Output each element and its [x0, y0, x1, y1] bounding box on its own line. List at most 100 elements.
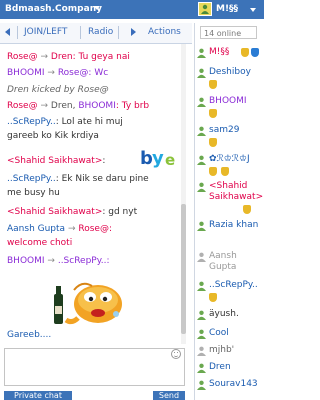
- private-chat-button[interactable]: Private chat: [4, 391, 72, 400]
- badge-icon: [243, 205, 251, 214]
- sender-name[interactable]: Aansh Gupta: [7, 224, 65, 234]
- arrow-icon: →: [40, 52, 49, 62]
- sender-name[interactable]: <Shahid Saikhawat>: [7, 207, 102, 217]
- message-text: me busy hu: [7, 188, 60, 198]
- sender-name[interactable]: <Shahid Saikhawat>: [7, 156, 102, 166]
- user-icon: [197, 252, 206, 262]
- message-text: :: [102, 156, 106, 166]
- recipient-name[interactable]: Dren: [51, 52, 73, 62]
- chat-log[interactable]: Rose@ → Dren: Tu geya nai BHOOMI → Rose@…: [0, 44, 180, 344]
- user-icon: [197, 363, 206, 373]
- badge-icon: [209, 293, 217, 302]
- user-name[interactable]: Dren: [209, 362, 231, 373]
- message-text: : Ek Nik se daru pine: [55, 174, 149, 184]
- chat-message: BHOOMI → Rose@: Wc: [7, 68, 108, 79]
- user-name[interactable]: M!§§: [209, 47, 229, 58]
- user-icon: [197, 329, 206, 339]
- message-text: : Tu geya nai: [72, 52, 130, 62]
- sender-name[interactable]: Rose@: [7, 101, 38, 111]
- user-icon: [197, 126, 206, 136]
- message-text: :: [108, 224, 113, 234]
- message-text: :: [106, 256, 110, 266]
- chevron-right-icon[interactable]: [131, 28, 136, 36]
- tab-join-left[interactable]: JOIN/LEFT: [24, 27, 67, 37]
- online-count: 14 online: [200, 26, 257, 39]
- recipient-name[interactable]: Rose@: [78, 224, 109, 234]
- chat-message: ..ScRepPy..: Lol ate hi muj: [7, 117, 123, 128]
- top-bar: Bdmaash.Company M!§§: [0, 0, 264, 19]
- recipient-name[interactable]: Dren,: [51, 101, 76, 111]
- system-message: Dren kicked by Rose@: [7, 85, 109, 95]
- badge-icon: [209, 109, 217, 118]
- chevron-left-icon[interactable]: [5, 28, 10, 36]
- badge-icon: [241, 48, 249, 57]
- bye-sticker: b y e: [140, 148, 182, 170]
- user-name[interactable]: mjhb': [209, 345, 234, 356]
- recipient-name[interactable]: BHOOMI: [78, 101, 116, 111]
- arrow-icon: →: [47, 68, 55, 78]
- user-name[interactable]: sam29: [209, 125, 239, 136]
- divider: [17, 26, 18, 39]
- user-name[interactable]: äyush.: [209, 309, 239, 320]
- message-text: : Wc: [88, 68, 109, 78]
- user-name[interactable]: Razia khan: [209, 220, 263, 231]
- badge-icon: [251, 48, 259, 57]
- user-name[interactable]: Sourav143: [209, 379, 263, 390]
- current-user-name[interactable]: M!§§: [216, 4, 238, 14]
- sender-name[interactable]: ..ScRepPy..: [7, 174, 56, 184]
- scrollbar-thumb[interactable]: [181, 204, 186, 334]
- chat-scrollbar[interactable]: [181, 44, 186, 344]
- user-name[interactable]: Cool: [209, 328, 229, 339]
- user-icon: [197, 97, 206, 107]
- chevron-down-icon[interactable]: [94, 6, 100, 10]
- recipient-name[interactable]: Rose@: [58, 68, 89, 78]
- message-text: welcome choti: [7, 238, 73, 248]
- user-icon: [197, 155, 206, 165]
- chat-message: BHOOMI → ..ScRepPy..:: [7, 256, 110, 267]
- user-name[interactable]: ✿ℛ♔ℛ♔J: [209, 154, 250, 165]
- sender-name[interactable]: ..ScRepPy..: [7, 117, 56, 127]
- sender-name[interactable]: Rose@: [7, 52, 38, 62]
- user-name[interactable]: ..ScRepPy..: [209, 280, 258, 291]
- message-text: gareeb ko Kik krdiya: [7, 131, 99, 141]
- tab-radio[interactable]: Radio: [88, 27, 113, 37]
- chat-message: Rose@ → Dren, BHOOMI: Ty brb: [7, 101, 149, 112]
- user-icon: [197, 346, 206, 356]
- sticker-letter: y: [152, 148, 164, 169]
- arrow-icon: →: [67, 224, 76, 234]
- user-name[interactable]: <Shahid Saikhawat>: [209, 181, 263, 203]
- sticker-letter: b: [140, 148, 153, 169]
- user-name[interactable]: BHOOMI: [209, 96, 247, 107]
- user-icon: [197, 281, 206, 291]
- drunk-emoji-icon: [54, 282, 122, 325]
- user-name[interactable]: Aansh Gupta: [209, 251, 263, 273]
- chat-message: ..ScRepPy..: Ek Nik se daru pine: [7, 174, 149, 185]
- message-text: : Ty brb: [115, 101, 150, 111]
- user-icon: [197, 380, 206, 390]
- online-users-panel: 14 online M!§§ Deshiboy BHOOMI sam29 ✿ℛ♔…: [194, 23, 265, 400]
- divider: [80, 26, 81, 39]
- badge-icon: [209, 80, 217, 89]
- message-text: : gd nyt: [102, 207, 138, 217]
- sender-name[interactable]: BHOOMI: [7, 256, 45, 266]
- user-name[interactable]: Deshiboy: [209, 67, 251, 78]
- sticker-letter: e: [165, 151, 176, 169]
- message-text: Gareeb....: [7, 330, 52, 340]
- user-icon: [197, 68, 206, 78]
- chat-tab-bar: JOIN/LEFT Radio Actions: [0, 23, 192, 44]
- arrow-icon: →: [47, 256, 55, 266]
- chat-message: <Shahid Saikhawat>:: [7, 156, 105, 167]
- sender-name[interactable]: BHOOMI: [7, 68, 45, 78]
- message-input[interactable]: [4, 348, 185, 386]
- send-button[interactable]: Send: [153, 391, 185, 400]
- user-icon: [197, 221, 206, 231]
- chat-message: <Shahid Saikhawat>: gd nyt: [7, 207, 137, 218]
- message-text: : Lol ate hi muj: [55, 117, 123, 127]
- user-icon: [197, 48, 206, 58]
- app-title[interactable]: Bdmaash.Company: [5, 4, 102, 14]
- tab-actions[interactable]: Actions: [148, 27, 181, 37]
- recipient-name[interactable]: ..ScRepPy..: [58, 256, 107, 266]
- chevron-down-icon[interactable]: [250, 8, 256, 12]
- smiley-icon[interactable]: [171, 349, 181, 359]
- avatar[interactable]: [198, 2, 212, 16]
